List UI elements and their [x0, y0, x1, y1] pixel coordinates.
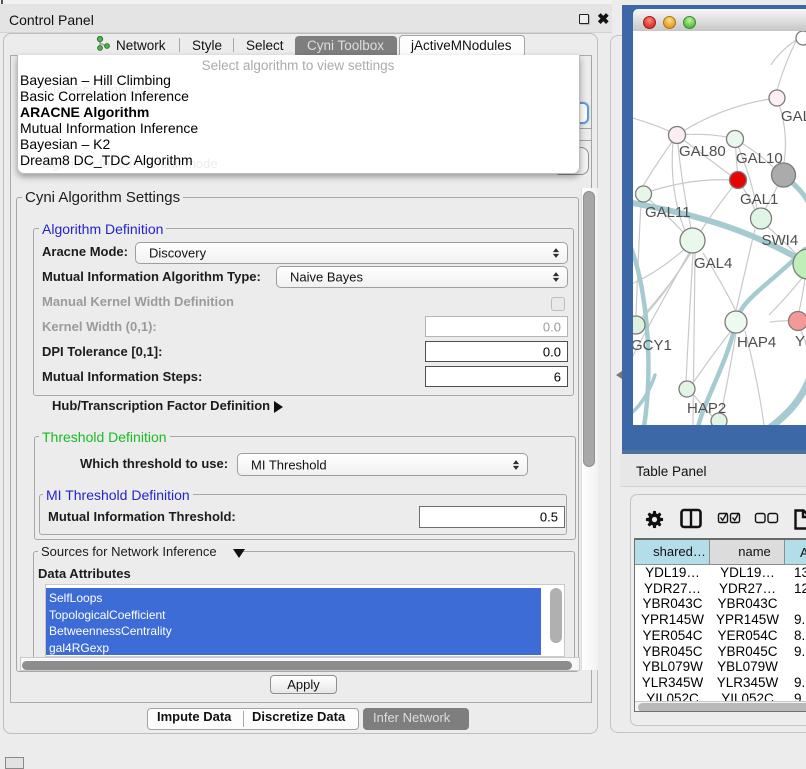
svg-text:GAL11: GAL11	[645, 204, 691, 221]
svg-text:GAL80: GAL80	[679, 143, 726, 160]
svg-text:SWI4: SWI4	[762, 232, 799, 249]
svg-text:Y: Y	[795, 333, 805, 350]
svg-text:GAL4: GAL4	[694, 255, 732, 272]
svg-text:GAL10: GAL10	[736, 150, 783, 167]
svg-text:GCY1: GCY1	[633, 337, 672, 354]
svg-text:GAL7: GAL7	[781, 108, 806, 125]
svg-text:GAL1: GAL1	[740, 191, 778, 208]
svg-text:HAP4: HAP4	[737, 334, 776, 351]
svg-text:HAP2: HAP2	[687, 400, 726, 417]
